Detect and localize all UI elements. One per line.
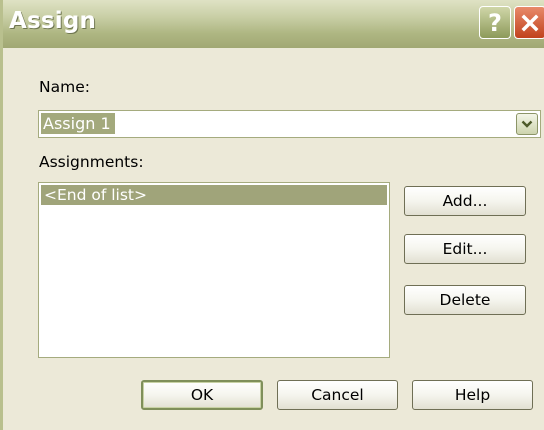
title-bar[interactable]: Assign ?: [3, 0, 544, 48]
dialog-title: Assign: [9, 8, 97, 34]
name-combobox-value[interactable]: Assign 1: [41, 113, 115, 134]
assignments-label: Assignments:: [39, 153, 144, 171]
name-label: Name:: [39, 78, 90, 96]
name-combobox[interactable]: Assign 1: [38, 110, 541, 138]
edit-button[interactable]: Edit...: [404, 234, 526, 264]
delete-button[interactable]: Delete: [404, 285, 526, 315]
help-button[interactable]: Help: [412, 380, 533, 410]
cancel-button[interactable]: Cancel: [277, 380, 398, 410]
chevron-down-icon: [521, 120, 533, 128]
list-item[interactable]: <End of list>: [41, 185, 387, 205]
dropdown-button[interactable]: [516, 113, 538, 135]
add-button[interactable]: Add...: [404, 186, 526, 216]
close-icon: [521, 14, 539, 31]
question-mark-icon: ?: [488, 8, 502, 37]
assign-dialog: Assign ? Name: Assign 1 Assignments: <En…: [0, 0, 544, 430]
ok-button[interactable]: OK: [141, 380, 263, 410]
close-button[interactable]: [514, 6, 544, 39]
help-title-button[interactable]: ?: [479, 6, 511, 39]
assignments-listbox[interactable]: <End of list>: [38, 182, 390, 358]
